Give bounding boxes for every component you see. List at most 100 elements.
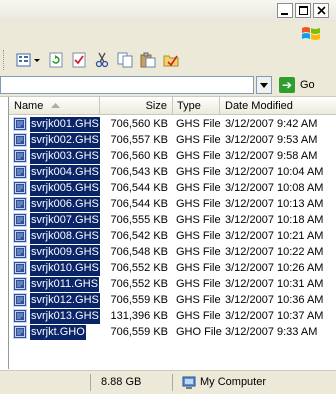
file-icon xyxy=(13,229,27,243)
file-type: GHS File xyxy=(176,278,221,290)
column-header-size[interactable]: Size xyxy=(100,97,173,115)
file-icon xyxy=(13,197,27,211)
file-modified: 3/12/2007 9:58 AM xyxy=(225,150,318,162)
file-modified: 3/12/2007 10:37 AM xyxy=(225,310,324,322)
file-name-cell[interactable]: svrjk003.GHS xyxy=(13,148,100,164)
maximize-button[interactable] xyxy=(295,3,311,18)
file-row[interactable]: svrjk009.GHS 706,548 KB GHS File 3/12/2007 … xyxy=(9,244,336,260)
address-dropdown-button[interactable] xyxy=(256,76,272,94)
file-name: svrjk009.GHS xyxy=(30,244,100,260)
file-name-cell[interactable]: svrjk005.GHS xyxy=(13,180,100,196)
file-size: 706,542 KB xyxy=(110,230,169,242)
file-name-cell[interactable]: svrjk007.GHS xyxy=(13,212,100,228)
file-row[interactable]: svrjk002.GHS 706,557 KB GHS File 3/12/2007 … xyxy=(9,132,336,148)
column-header-type[interactable]: Type xyxy=(173,97,220,115)
refresh-icon xyxy=(49,52,63,68)
file-row[interactable]: svrjk013.GHS 131,396 KB GHS File 3/12/2007 … xyxy=(9,308,336,324)
file-size: 706,560 KB xyxy=(110,150,169,162)
status-separator xyxy=(172,374,173,391)
file-type: GHS File xyxy=(176,118,221,130)
file-row[interactable]: svrjk011.GHS 706,552 KB GHS File 3/12/2007 … xyxy=(9,276,336,292)
refresh-button[interactable] xyxy=(48,52,64,68)
views-button[interactable] xyxy=(16,52,42,68)
go-button[interactable]: ➔ Go xyxy=(279,77,315,93)
file-name-cell[interactable]: svrjk009.GHS xyxy=(13,244,100,260)
file-name: svrjk004.GHS xyxy=(30,164,100,180)
file-size: 706,552 KB xyxy=(110,262,169,274)
file-name-cell[interactable]: svrjk002.GHS xyxy=(13,132,100,148)
file-name: svrjk011.GHS xyxy=(30,276,100,292)
file-row[interactable]: svrjk004.GHS 706,543 KB GHS File 3/12/2007 … xyxy=(9,164,336,180)
file-type: GHS File xyxy=(176,262,221,274)
file-name-cell[interactable]: svrjk012.GHS xyxy=(13,292,100,308)
file-type: GHS File xyxy=(176,310,221,322)
file-icon xyxy=(13,181,27,195)
cut-button[interactable] xyxy=(94,52,110,68)
file-row[interactable]: svrjk012.GHS 706,559 KB GHS File 3/12/2007 … xyxy=(9,292,336,308)
file-size: 706,559 KB xyxy=(110,326,169,338)
file-row[interactable]: svrjk003.GHS 706,560 KB GHS File 3/12/2007 … xyxy=(9,148,336,164)
file-modified: 3/12/2007 10:21 AM xyxy=(225,230,324,242)
copy-icon xyxy=(117,52,133,68)
file-size: 131,396 KB xyxy=(110,310,169,322)
file-icon xyxy=(13,261,27,275)
file-modified: 3/12/2007 10:31 AM xyxy=(225,278,324,290)
file-row[interactable]: svrjk010.GHS 706,552 KB GHS File 3/12/2007 … xyxy=(9,260,336,276)
file-row[interactable]: svrjk005.GHS 706,544 KB GHS File 3/12/2007 … xyxy=(9,180,336,196)
file-name-cell[interactable]: svrjk010.GHS xyxy=(13,260,100,276)
file-icon xyxy=(13,325,27,339)
title-bar xyxy=(0,0,336,23)
file-name: svrjkt.GHO xyxy=(30,324,86,340)
properties-button[interactable] xyxy=(71,52,87,68)
folder-options-icon xyxy=(163,55,179,67)
file-name-cell[interactable]: svrjk006.GHS xyxy=(13,196,100,212)
file-modified: 3/12/2007 9:42 AM xyxy=(225,118,318,130)
status-bar: 8.88 GB My Computer xyxy=(0,370,336,394)
file-name-cell[interactable]: svrjkt.GHO xyxy=(13,324,86,340)
column-header-modified[interactable]: Date Modified xyxy=(220,97,336,115)
file-type: GHS File xyxy=(176,134,221,146)
paste-icon xyxy=(140,52,156,68)
close-button[interactable] xyxy=(313,3,329,18)
file-size: 706,544 KB xyxy=(110,182,169,194)
file-icon xyxy=(13,117,27,131)
file-name-cell[interactable]: svrjk008.GHS xyxy=(13,228,100,244)
column-header-modified-label: Date Modified xyxy=(225,99,293,112)
file-type: GHO File xyxy=(176,326,222,338)
file-name-cell[interactable]: svrjk013.GHS xyxy=(13,308,100,324)
address-bar: ➔ Go xyxy=(0,74,336,97)
address-input[interactable] xyxy=(0,76,254,94)
file-icon xyxy=(13,133,27,147)
file-icon xyxy=(13,293,27,307)
file-modified: 3/12/2007 10:08 AM xyxy=(225,182,324,194)
file-name-cell[interactable]: svrjk011.GHS xyxy=(13,276,100,292)
status-location-label: My Computer xyxy=(200,376,267,388)
file-size: 706,552 KB xyxy=(110,278,169,290)
paste-button[interactable] xyxy=(140,52,156,68)
close-icon xyxy=(316,6,326,15)
file-row[interactable]: svrjk001.GHS 706,560 KB GHS File 3/12/2007 … xyxy=(9,116,336,132)
file-row[interactable]: svrjk008.GHS 706,542 KB GHS File 3/12/2007 … xyxy=(9,228,336,244)
copy-button[interactable] xyxy=(117,52,133,68)
file-row[interactable]: svrjk007.GHS 706,555 KB GHS File 3/12/2007 … xyxy=(9,212,336,228)
file-name-cell[interactable]: svrjk004.GHS xyxy=(13,164,100,180)
file-icon xyxy=(13,149,27,163)
file-row[interactable]: svrjk006.GHS 706,544 KB GHS File 3/12/2007 … xyxy=(9,196,336,212)
file-type: GHS File xyxy=(176,150,221,162)
file-list[interactable]: Name Size Type Date Modified svrjk001.GH… xyxy=(8,97,336,369)
column-header-name-label: Name xyxy=(14,99,44,112)
go-label: Go xyxy=(300,79,315,91)
go-arrow-icon: ➔ xyxy=(279,77,295,93)
file-modified: 3/12/2007 9:33 AM xyxy=(225,326,318,338)
views-icon xyxy=(16,53,40,67)
column-header-name[interactable]: Name xyxy=(9,97,100,115)
file-name-cell[interactable]: svrjk001.GHS xyxy=(13,116,100,132)
folder-options-button[interactable] xyxy=(163,52,179,68)
file-row[interactable]: svrjkt.GHO 706,559 KB GHO File 3/12/2007 9:… xyxy=(9,324,336,340)
file-name: svrjk006.GHS xyxy=(30,196,100,212)
file-size: 706,555 KB xyxy=(110,214,169,226)
chevron-down-icon xyxy=(260,82,268,88)
file-size: 706,557 KB xyxy=(110,134,169,146)
file-type: GHS File xyxy=(176,182,221,194)
minimize-button[interactable] xyxy=(277,3,293,18)
